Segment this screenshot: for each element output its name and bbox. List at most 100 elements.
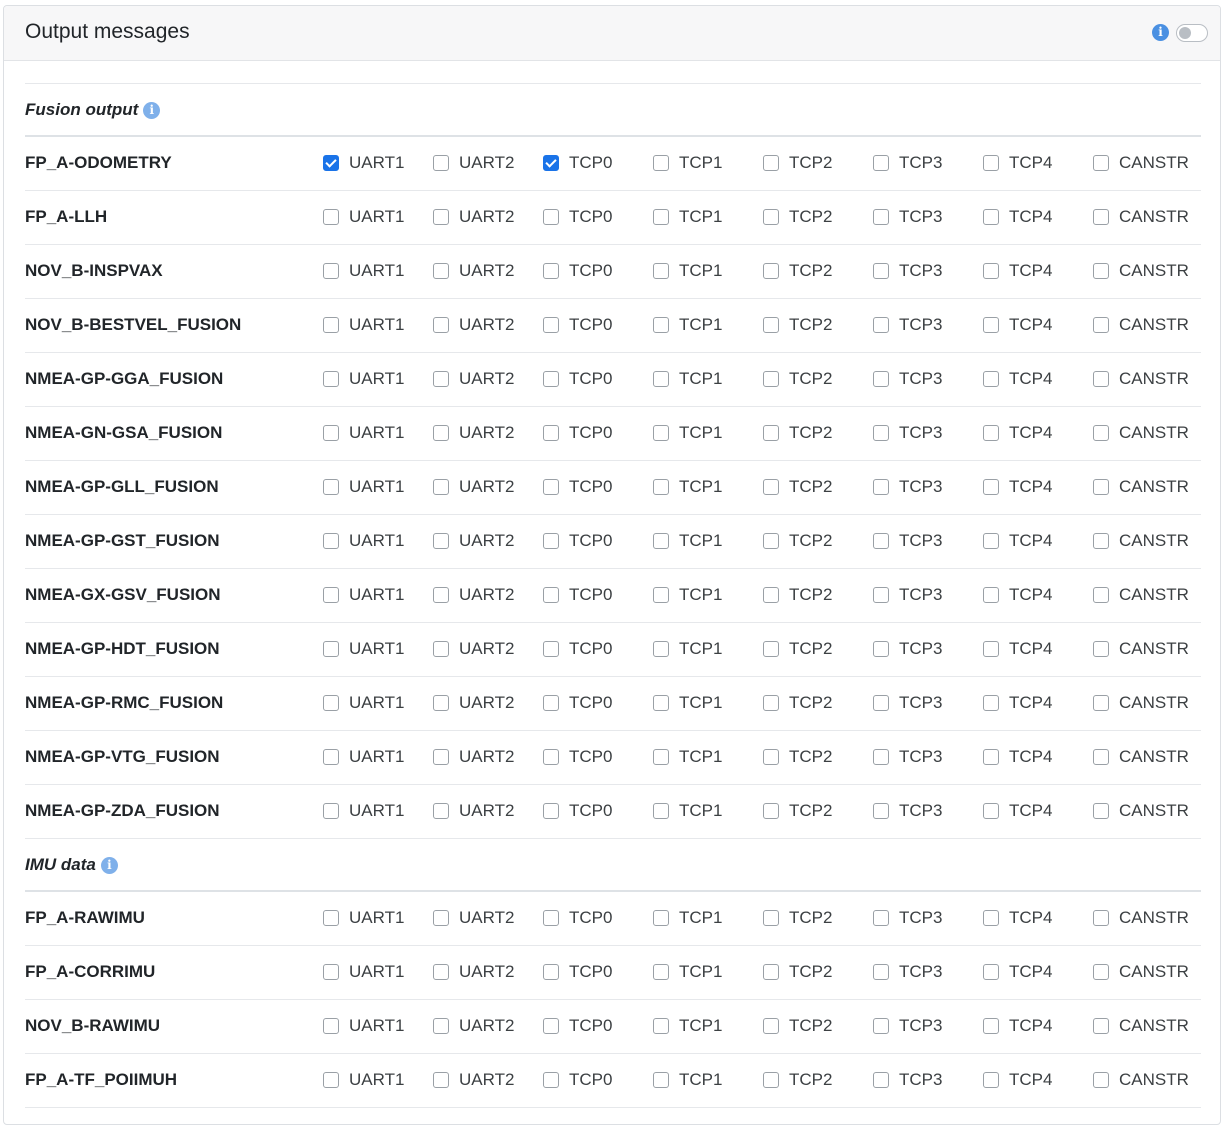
checkbox[interactable]	[543, 641, 559, 657]
checkbox[interactable]	[653, 587, 669, 603]
channel-option-tcp2[interactable]: TCP2	[763, 423, 832, 443]
checkbox[interactable]	[433, 695, 449, 711]
channel-option-tcp0[interactable]: TCP0	[543, 369, 612, 389]
checkbox[interactable]	[543, 749, 559, 765]
checkbox[interactable]	[543, 695, 559, 711]
checkbox[interactable]	[763, 1072, 779, 1088]
channel-option-uart2[interactable]: UART2	[433, 315, 514, 335]
checkbox[interactable]	[433, 749, 449, 765]
channel-option-tcp3[interactable]: TCP3	[873, 908, 942, 928]
checkbox[interactable]	[1093, 964, 1109, 980]
channel-option-uart1[interactable]: UART1	[323, 153, 404, 173]
channel-option-canstr[interactable]: CANSTR	[1093, 693, 1189, 713]
checkbox[interactable]	[763, 263, 779, 279]
channel-option-canstr[interactable]: CANSTR	[1093, 639, 1189, 659]
channel-option-tcp0[interactable]: TCP0	[543, 207, 612, 227]
channel-option-uart1[interactable]: UART1	[323, 423, 404, 443]
checkbox[interactable]	[653, 1018, 669, 1034]
checkbox[interactable]	[653, 533, 669, 549]
channel-option-tcp2[interactable]: TCP2	[763, 369, 832, 389]
checkbox[interactable]	[543, 533, 559, 549]
channel-option-canstr[interactable]: CANSTR	[1093, 908, 1189, 928]
channel-option-tcp2[interactable]: TCP2	[763, 747, 832, 767]
checkbox[interactable]	[983, 803, 999, 819]
checkbox[interactable]	[763, 425, 779, 441]
checkbox[interactable]	[763, 317, 779, 333]
checkbox[interactable]	[653, 695, 669, 711]
checkbox[interactable]	[433, 964, 449, 980]
checkbox[interactable]	[653, 1072, 669, 1088]
channel-option-tcp3[interactable]: TCP3	[873, 585, 942, 605]
channel-option-uart2[interactable]: UART2	[433, 801, 514, 821]
checkbox[interactable]	[763, 533, 779, 549]
channel-option-tcp4[interactable]: TCP4	[983, 369, 1052, 389]
checkbox[interactable]	[653, 155, 669, 171]
channel-option-uart1[interactable]: UART1	[323, 908, 404, 928]
channel-option-canstr[interactable]: CANSTR	[1093, 531, 1189, 551]
channel-option-uart1[interactable]: UART1	[323, 1070, 404, 1090]
channel-option-tcp4[interactable]: TCP4	[983, 962, 1052, 982]
channel-option-tcp1[interactable]: TCP1	[653, 801, 722, 821]
checkbox[interactable]	[433, 209, 449, 225]
channel-option-tcp4[interactable]: TCP4	[983, 639, 1052, 659]
checkbox[interactable]	[873, 155, 889, 171]
channel-option-tcp2[interactable]: TCP2	[763, 962, 832, 982]
channel-option-tcp0[interactable]: TCP0	[543, 747, 612, 767]
info-icon[interactable]: i	[100, 857, 118, 874]
channel-option-tcp3[interactable]: TCP3	[873, 747, 942, 767]
channel-option-tcp3[interactable]: TCP3	[873, 693, 942, 713]
channel-option-tcp2[interactable]: TCP2	[763, 908, 832, 928]
channel-option-uart2[interactable]: UART2	[433, 531, 514, 551]
channel-option-canstr[interactable]: CANSTR	[1093, 207, 1189, 227]
channel-option-tcp1[interactable]: TCP1	[653, 531, 722, 551]
checkbox[interactable]	[653, 964, 669, 980]
channel-option-tcp0[interactable]: TCP0	[543, 423, 612, 443]
channel-option-tcp4[interactable]: TCP4	[983, 423, 1052, 443]
checkbox[interactable]	[983, 1018, 999, 1034]
checkbox[interactable]	[1093, 425, 1109, 441]
channel-option-uart2[interactable]: UART2	[433, 1016, 514, 1036]
channel-option-tcp1[interactable]: TCP1	[653, 639, 722, 659]
checkbox[interactable]	[323, 479, 339, 495]
checkbox[interactable]	[873, 1072, 889, 1088]
checkbox[interactable]	[873, 587, 889, 603]
checkbox[interactable]	[983, 587, 999, 603]
panel-toggle[interactable]	[1176, 24, 1208, 42]
channel-option-tcp1[interactable]: TCP1	[653, 477, 722, 497]
checkbox[interactable]	[433, 641, 449, 657]
checkbox[interactable]	[873, 533, 889, 549]
checkbox[interactable]	[873, 317, 889, 333]
channel-option-uart2[interactable]: UART2	[433, 261, 514, 281]
channel-option-tcp0[interactable]: TCP0	[543, 153, 612, 173]
checkbox[interactable]	[983, 371, 999, 387]
checkbox[interactable]	[983, 641, 999, 657]
channel-option-uart2[interactable]: UART2	[433, 423, 514, 443]
channel-option-tcp0[interactable]: TCP0	[543, 693, 612, 713]
channel-option-tcp2[interactable]: TCP2	[763, 153, 832, 173]
channel-option-tcp1[interactable]: TCP1	[653, 369, 722, 389]
checkbox[interactable]	[433, 803, 449, 819]
channel-option-uart1[interactable]: UART1	[323, 747, 404, 767]
channel-option-tcp4[interactable]: TCP4	[983, 1070, 1052, 1090]
channel-option-tcp1[interactable]: TCP1	[653, 747, 722, 767]
checkbox[interactable]	[1093, 910, 1109, 926]
checkbox[interactable]	[653, 317, 669, 333]
channel-option-tcp1[interactable]: TCP1	[653, 423, 722, 443]
channel-option-uart1[interactable]: UART1	[323, 207, 404, 227]
channel-option-uart2[interactable]: UART2	[433, 639, 514, 659]
checkbox[interactable]	[653, 641, 669, 657]
checkbox[interactable]	[1093, 749, 1109, 765]
checkbox[interactable]	[323, 533, 339, 549]
checkbox[interactable]	[983, 425, 999, 441]
checkbox[interactable]	[1093, 695, 1109, 711]
checkbox[interactable]	[983, 964, 999, 980]
channel-option-tcp3[interactable]: TCP3	[873, 1070, 942, 1090]
channel-option-tcp0[interactable]: TCP0	[543, 1070, 612, 1090]
checkbox[interactable]	[653, 209, 669, 225]
channel-option-canstr[interactable]: CANSTR	[1093, 423, 1189, 443]
checkbox[interactable]	[433, 371, 449, 387]
checkbox[interactable]	[873, 1018, 889, 1034]
checkbox[interactable]	[323, 371, 339, 387]
checkbox[interactable]	[763, 155, 779, 171]
checkbox[interactable]	[1093, 533, 1109, 549]
